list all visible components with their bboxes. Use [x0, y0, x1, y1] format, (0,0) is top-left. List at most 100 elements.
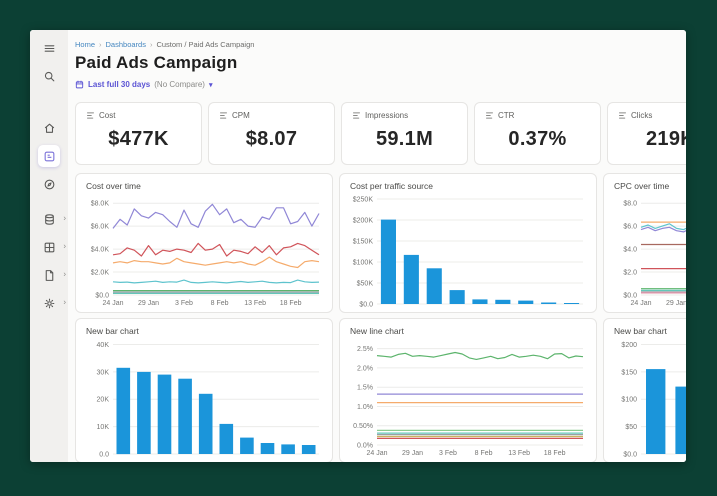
- chart-card-cpc-over-time: CPC over time $0.0$2.0$4.0$6.0$8.024 Jan…: [603, 173, 686, 313]
- kpi-label: CPM: [232, 111, 250, 120]
- svg-text:$6.0: $6.0: [623, 224, 637, 231]
- svg-text:$0.0: $0.0: [623, 452, 637, 458]
- breadcrumb-current: Custom / Paid Ads Campaign: [156, 40, 254, 49]
- svg-text:$200K: $200K: [353, 218, 374, 225]
- bar-chart: $0.0$50K$100K$150K$200K$250K: [350, 194, 588, 307]
- svg-text:8 Feb: 8 Feb: [475, 450, 493, 457]
- svg-text:$0.0: $0.0: [95, 293, 109, 300]
- sidebar-item-files[interactable]: ›: [38, 264, 60, 286]
- chart-title: CPC over time: [614, 181, 686, 191]
- svg-text:$0.0: $0.0: [623, 293, 637, 300]
- svg-text:$200: $200: [621, 342, 637, 349]
- kpi-card-cost: Cost $477K: [75, 102, 202, 165]
- line-chart: $0.0$2.0$4.0$6.0$8.024 Jan29 Jan3 Feb8 F…: [614, 194, 686, 307]
- kpi-header: Cost: [86, 111, 191, 120]
- kpi-value: 0.37%: [485, 128, 590, 151]
- chevron-right-icon: ›: [63, 215, 66, 223]
- kpi-card-cpm: CPM $8.07: [208, 102, 335, 165]
- svg-text:$100K: $100K: [353, 260, 374, 267]
- bar-chart: 0.010K20K30K40K: [86, 339, 324, 457]
- kpi-metric-icon: [352, 111, 361, 120]
- kpi-label: Impressions: [365, 111, 408, 120]
- sidebar-item-discover[interactable]: [38, 173, 60, 195]
- kpi-header: Impressions: [352, 111, 457, 120]
- line-chart: 0.0%0.50%1.0%1.5%2.0%2.5%24 Jan29 Jan3 F…: [350, 339, 588, 457]
- kpi-row: Cost $477K CPM $8.07 Impressions 59.1M: [75, 102, 686, 165]
- desktop: { "icons": { "chevron_down": "▾", "chevr…: [0, 0, 717, 496]
- chevron-down-icon: ▾: [209, 81, 213, 89]
- chart-title: New bar chart: [86, 326, 322, 336]
- svg-text:13 Feb: 13 Feb: [244, 300, 266, 307]
- svg-text:8 Feb: 8 Feb: [211, 300, 229, 307]
- svg-text:$6.0K: $6.0K: [91, 224, 110, 231]
- svg-text:$8.0K: $8.0K: [91, 201, 110, 208]
- kpi-card-impressions: Impressions 59.1M: [341, 102, 468, 165]
- svg-text:18 Feb: 18 Feb: [544, 450, 566, 457]
- sidebar: › › › ›: [30, 30, 68, 462]
- line-chart: $0.0$2.0K$4.0K$6.0K$8.0K24 Jan29 Jan3 Fe…: [86, 194, 324, 307]
- svg-text:0.50%: 0.50%: [353, 423, 373, 430]
- svg-text:$50K: $50K: [357, 281, 374, 288]
- search-icon[interactable]: [38, 65, 60, 87]
- breadcrumb-separator: ›: [99, 40, 102, 49]
- chart-card-new-line-chart: New line chart 0.0%0.50%1.0%1.5%2.0%2.5%…: [339, 318, 597, 462]
- charts-grid: Cost over time $0.0$2.0K$4.0K$6.0K$8.0K2…: [75, 173, 686, 462]
- chart-card-new-bar-chart-2: New bar chart $0.0 $50 $100 $150 $200: [603, 318, 686, 462]
- app-window: › › › › Home › Dashboards › Custom / Pai…: [30, 30, 686, 462]
- chart-title: New line chart: [350, 326, 586, 336]
- svg-text:10K: 10K: [97, 424, 110, 431]
- svg-text:2.0%: 2.0%: [357, 365, 373, 372]
- chart-title: New bar chart: [614, 326, 686, 336]
- svg-text:$2.0: $2.0: [623, 270, 637, 277]
- breadcrumb-home[interactable]: Home: [75, 40, 95, 49]
- breadcrumb-dashboards[interactable]: Dashboards: [106, 40, 146, 49]
- svg-text:24 Jan: 24 Jan: [366, 450, 387, 457]
- chart-title: Cost per traffic source: [350, 181, 586, 191]
- sidebar-item-data[interactable]: ›: [38, 208, 60, 230]
- date-range-filter[interactable]: Last full 30 days (No Compare) ▾: [75, 80, 212, 89]
- svg-text:13 Feb: 13 Feb: [508, 450, 530, 457]
- svg-text:$4.0K: $4.0K: [91, 247, 110, 254]
- sidebar-item-settings[interactable]: ›: [38, 292, 60, 314]
- chart-card-cost-per-traffic-source: Cost per traffic source $0.0 $50K $100K $15…: [339, 173, 597, 313]
- menu-icon[interactable]: [38, 37, 60, 59]
- main-content: Home › Dashboards › Custom / Paid Ads Ca…: [68, 30, 686, 462]
- kpi-metric-icon: [485, 111, 494, 120]
- page-title: Paid Ads Campaign: [75, 53, 686, 73]
- svg-text:0.0: 0.0: [99, 452, 109, 458]
- svg-text:$150K: $150K: [353, 239, 374, 246]
- svg-text:$50: $50: [625, 424, 637, 431]
- svg-text:$8.0: $8.0: [623, 201, 637, 208]
- svg-text:30K: 30K: [97, 369, 110, 376]
- kpi-header: CTR: [485, 111, 590, 120]
- kpi-metric-icon: [618, 111, 627, 120]
- sidebar-item-layout[interactable]: ›: [38, 236, 60, 258]
- kpi-label: Clicks: [631, 111, 652, 120]
- svg-text:2.5%: 2.5%: [357, 346, 373, 353]
- kpi-label: CTR: [498, 111, 514, 120]
- sidebar-item-home[interactable]: [38, 117, 60, 139]
- svg-text:29 Jan: 29 Jan: [138, 300, 159, 307]
- svg-text:$0.0: $0.0: [359, 302, 373, 308]
- kpi-card-ctr: CTR 0.37%: [474, 102, 601, 165]
- chart-card-cost-over-time: Cost over time $0.0$2.0K$4.0K$6.0K$8.0K2…: [75, 173, 333, 313]
- kpi-value: 59.1M: [352, 128, 457, 151]
- chevron-right-icon: ›: [63, 271, 66, 279]
- breadcrumb-separator: ›: [150, 40, 153, 49]
- kpi-value: $477K: [86, 128, 191, 151]
- svg-text:24 Jan: 24 Jan: [630, 300, 651, 307]
- svg-text:$150: $150: [621, 369, 637, 376]
- svg-text:1.0%: 1.0%: [357, 404, 373, 411]
- kpi-metric-icon: [86, 111, 95, 120]
- svg-text:$100: $100: [621, 397, 637, 404]
- sidebar-item-dashboards[interactable]: [38, 145, 60, 167]
- kpi-metric-icon: [219, 111, 228, 120]
- svg-text:40K: 40K: [97, 342, 110, 349]
- svg-text:0.0%: 0.0%: [357, 443, 373, 450]
- chevron-right-icon: ›: [63, 243, 66, 251]
- svg-text:3 Feb: 3 Feb: [439, 450, 457, 457]
- kpi-card-clicks: Clicks 219K: [607, 102, 686, 165]
- breadcrumb: Home › Dashboards › Custom / Paid Ads Ca…: [75, 40, 686, 49]
- kpi-label: Cost: [99, 111, 115, 120]
- kpi-value: $8.07: [219, 128, 324, 151]
